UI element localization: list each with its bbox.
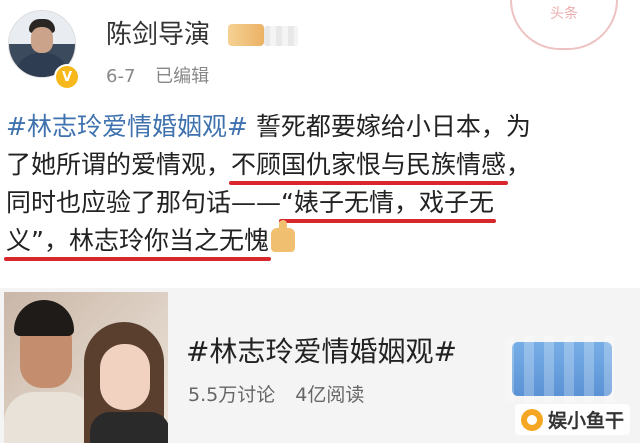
post-text: 誓死都要嫁给小日本，为	[247, 112, 531, 141]
blurred-button[interactable]	[504, 336, 620, 402]
post-text: 同时也应验了那句话——	[6, 188, 282, 217]
watermark-text: 娱小鱼干	[547, 410, 624, 432]
post-text: 了她所谓的爱情观，	[6, 150, 232, 179]
post-date: 6-7	[106, 66, 136, 87]
post-body: #林志玲爱情婚姻观# 誓死都要嫁给小日本，为 了她所谓的爱情观，不顾国仇家恨与民…	[6, 108, 636, 260]
verified-badge-icon: V	[54, 64, 80, 90]
photo-shape	[4, 392, 94, 443]
hashtag-link[interactable]: #林志玲爱情婚姻观#	[6, 112, 248, 141]
watermark: 娱小鱼干	[514, 404, 630, 435]
post-line-3: 同时也应验了那句话——“婊子无情，戏子无	[6, 184, 636, 222]
photo-shape	[14, 300, 74, 336]
topic-stats: 5.5万讨论 4亿阅读	[188, 380, 364, 407]
username[interactable]: 陈剑导演	[106, 14, 210, 51]
underlined-text: “婊子无情，戏子无	[281, 188, 494, 217]
photo-shape	[90, 412, 168, 443]
blurred-badge	[264, 26, 298, 46]
post-line-4: 义”，林志玲你当之无愧	[6, 220, 636, 260]
topic-card-image[interactable]	[4, 292, 168, 443]
underlined-text: 义”，林志玲你当之无愧	[6, 226, 269, 255]
photo-shape	[100, 344, 150, 410]
fish-logo-icon	[520, 408, 543, 431]
post-meta: 6-7 已编辑	[106, 62, 209, 88]
member-badge-icon	[228, 24, 264, 46]
post-line-2: 了她所谓的爱情观，不顾国仇家恨与民族情感，	[6, 146, 636, 184]
read-count: 4亿阅读	[295, 384, 365, 406]
thumbs-up-icon	[270, 220, 295, 252]
discussion-count: 5.5万讨论	[188, 384, 276, 406]
post-text: ，	[506, 150, 532, 179]
avatar-face	[31, 27, 53, 53]
post-line-1: #林志玲爱情婚姻观# 誓死都要嫁给小日本，为	[6, 108, 636, 146]
underlined-text: 不顾国仇家恨与民族情感	[231, 150, 507, 179]
watermark-stamp: 头条	[510, 0, 618, 50]
topic-title[interactable]: #林志玲爱情婚姻观#	[186, 330, 457, 370]
edited-label: 已编辑	[155, 66, 210, 87]
